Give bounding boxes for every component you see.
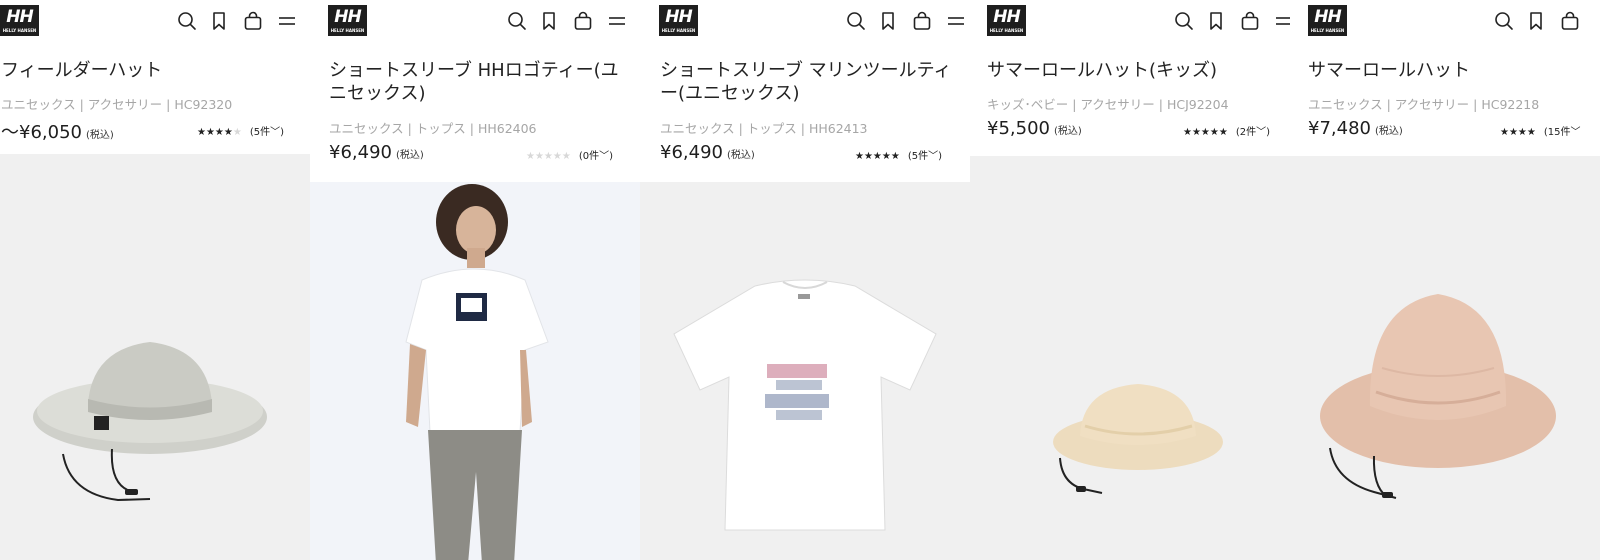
site-header: HH HELLY HANSEN — [970, 0, 1290, 42]
brand-logo[interactable]: HH HELLY HANSEN — [328, 5, 367, 36]
product-info: ショートスリーブ マリンツールティー(ユニセックス) ユニセックス | トップス… — [640, 42, 970, 182]
product-title[interactable]: ショートスリーブ HHロゴティー(ユニセックス) — [329, 59, 629, 105]
product-price: ¥6,490 (税込) — [329, 142, 424, 163]
rating-stars: ★★★★★ — [526, 151, 571, 162]
product-title[interactable]: サマーロールハット(キッズ) — [987, 59, 1287, 82]
brand-logo[interactable]: HH HELLY HANSEN — [0, 5, 39, 36]
product-card[interactable]: HH HELLY HANSEN サマーロールハット ユニセックス | アクセサリー… — [1290, 0, 1600, 560]
menu-icon[interactable] — [276, 10, 298, 32]
site-header: HH HELLY HANSEN — [1290, 0, 1600, 42]
product-card[interactable]: HH HELLY HANSEN フィールダーハット ユニセックス | アクセサリー… — [0, 0, 310, 560]
product-title[interactable]: ショートスリーブ マリンツールティー(ユニセックス) — [660, 59, 960, 105]
search-icon[interactable] — [1173, 10, 1195, 32]
rating-stars: ★★★★★ — [1183, 127, 1228, 138]
rating-stars: ★★★★★ — [197, 127, 242, 138]
product-meta: ユニセックス | アクセサリー | HC92218 — [1308, 97, 1540, 112]
product-title[interactable]: サマーロールハット — [1308, 59, 1600, 82]
product-info: サマーロールハット ユニセックス | アクセサリー | HC92218 ¥7,4… — [1290, 42, 1600, 156]
rating[interactable]: ★★★★★ (5件﹀) — [855, 147, 942, 162]
rating[interactable]: ★★★★ (15件﹀ — [1500, 123, 1581, 138]
product-price: ¥5,500 (税込) — [987, 118, 1082, 139]
bag-icon[interactable] — [1239, 10, 1261, 32]
search-icon[interactable] — [845, 10, 867, 32]
chevron-down-icon: ﹀) — [270, 127, 284, 138]
search-icon[interactable] — [176, 10, 198, 32]
product-image[interactable] — [970, 156, 1290, 560]
site-header: HH HELLY HANSEN — [310, 0, 640, 42]
product-info: サマーロールハット(キッズ) キッズ･ベビー | アクセサリー | HCJ922… — [970, 42, 1290, 156]
product-image[interactable] — [1290, 156, 1600, 560]
product-meta: キッズ･ベビー | アクセサリー | HCJ92204 — [987, 97, 1229, 112]
product-card[interactable]: HH HELLY HANSEN ショートスリーブ マリンツールティー(ユニセックス… — [640, 0, 970, 560]
menu-icon[interactable] — [606, 10, 628, 32]
rating-stars: ★★★★★ — [855, 151, 900, 162]
search-icon[interactable] — [506, 10, 528, 32]
bag-icon[interactable] — [572, 10, 594, 32]
product-image[interactable] — [640, 182, 970, 560]
product-card[interactable]: HH HELLY HANSEN ショートスリーブ HHロゴティー(ユニセックス) … — [310, 0, 640, 560]
chevron-down-icon: ﹀ — [1570, 127, 1581, 138]
chevron-down-icon: ﹀) — [599, 151, 613, 162]
rating[interactable]: ★★★★★ (0件﹀) — [526, 147, 613, 162]
site-header: HH HELLY HANSEN — [640, 0, 970, 42]
product-meta: ユニセックス | アクセサリー | HC92320 — [1, 97, 233, 112]
bag-icon[interactable] — [1559, 10, 1581, 32]
product-info: フィールダーハット ユニセックス | アクセサリー | HC92320 ～¥6,… — [0, 42, 310, 154]
rating[interactable]: ★★★★★ (2件﹀) — [1183, 123, 1270, 138]
product-price: ～¥6,050 (税込) — [1, 122, 114, 143]
menu-icon[interactable] — [945, 10, 967, 32]
bookmark-icon[interactable] — [538, 10, 560, 32]
bookmark-icon[interactable] — [1525, 10, 1547, 32]
brand-logo[interactable]: HH HELLY HANSEN — [1308, 5, 1347, 36]
bag-icon[interactable] — [242, 10, 264, 32]
search-icon[interactable] — [1493, 10, 1515, 32]
product-meta: ユニセックス | トップス | HH62413 — [660, 121, 868, 136]
product-card[interactable]: HH HELLY HANSEN サマーロールハット(キッズ) キッズ･ベビー | … — [970, 0, 1290, 560]
bookmark-icon[interactable] — [208, 10, 230, 32]
bookmark-icon[interactable] — [1205, 10, 1227, 32]
product-image[interactable] — [0, 154, 310, 560]
rating[interactable]: ★★★★★ (5件﹀) — [197, 123, 284, 138]
brand-logo[interactable]: HH HELLY HANSEN — [987, 5, 1026, 36]
product-price: ¥6,490 (税込) — [660, 142, 755, 163]
product-title[interactable]: フィールダーハット — [1, 59, 301, 82]
chevron-down-icon: ﹀) — [1256, 127, 1270, 138]
bookmark-icon[interactable] — [877, 10, 899, 32]
menu-icon[interactable] — [1273, 10, 1290, 32]
product-image[interactable] — [310, 182, 640, 560]
rating-stars: ★★★★ — [1500, 127, 1536, 138]
product-meta: ユニセックス | トップス | HH62406 — [329, 121, 537, 136]
bag-icon[interactable] — [911, 10, 933, 32]
product-price: ¥7,480 (税込) — [1308, 118, 1403, 139]
brand-logo[interactable]: HH HELLY HANSEN — [659, 5, 698, 36]
site-header: HH HELLY HANSEN — [0, 0, 310, 42]
product-info: ショートスリーブ HHロゴティー(ユニセックス) ユニセックス | トップス |… — [310, 42, 640, 182]
chevron-down-icon: ﹀) — [928, 151, 942, 162]
